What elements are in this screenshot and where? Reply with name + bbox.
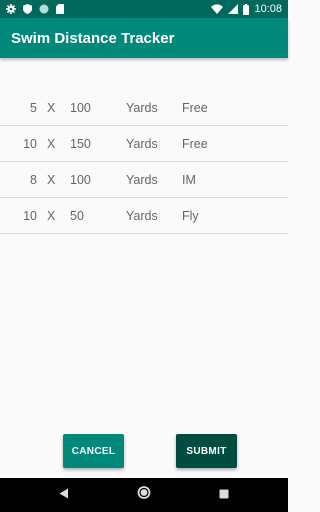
cancel-button[interactable]: CANCEL: [63, 434, 124, 468]
status-bar: 10:08: [0, 0, 288, 18]
distance-value: 100: [70, 172, 91, 187]
shield-icon: [23, 4, 32, 14]
distance-value: 150: [70, 136, 91, 151]
status-time: 10:08: [254, 3, 282, 15]
circle-icon: [39, 4, 49, 14]
list-item[interactable]: 10 X 150 Yards Free: [0, 126, 288, 162]
list-item[interactable]: 5 X 100 Yards Free: [0, 90, 288, 126]
reps-value: 10: [23, 208, 37, 223]
back-icon[interactable]: [59, 486, 69, 504]
times-label: X: [47, 100, 56, 115]
home-icon[interactable]: [137, 486, 151, 505]
times-label: X: [47, 208, 56, 223]
submit-button[interactable]: SUBMIT: [176, 434, 237, 468]
distance-value: 50: [70, 208, 84, 223]
unit-label: Yards: [126, 172, 158, 187]
navigation-bar: [0, 478, 288, 512]
times-label: X: [47, 172, 56, 187]
times-label: X: [47, 136, 56, 151]
stroke-label: IM: [182, 172, 196, 187]
wifi-icon: [211, 4, 224, 14]
recents-icon[interactable]: [219, 486, 229, 504]
unit-label: Yards: [126, 100, 158, 115]
stroke-label: Fly: [182, 208, 199, 223]
list-item[interactable]: 8 X 100 Yards IM: [0, 162, 288, 198]
unit-label: Yards: [126, 208, 158, 223]
gear-icon: [6, 4, 16, 14]
distance-value: 100: [70, 100, 91, 115]
signal-icon: [228, 4, 239, 14]
reps-value: 8: [30, 172, 37, 187]
app-title: Swim Distance Tracker: [11, 29, 175, 47]
stroke-label: Free: [182, 136, 208, 151]
reps-value: 10: [23, 136, 37, 151]
battery-icon: [243, 3, 250, 15]
unit-label: Yards: [126, 136, 158, 151]
stroke-label: Free: [182, 100, 208, 115]
reps-value: 5: [30, 100, 37, 115]
set-list: 5 X 100 Yards Free 10 X 150 Yards Free 8…: [0, 90, 288, 234]
sd-card-icon: [56, 4, 64, 14]
app-bar: Swim Distance Tracker: [0, 18, 288, 58]
list-item[interactable]: 10 X 50 Yards Fly: [0, 198, 288, 234]
